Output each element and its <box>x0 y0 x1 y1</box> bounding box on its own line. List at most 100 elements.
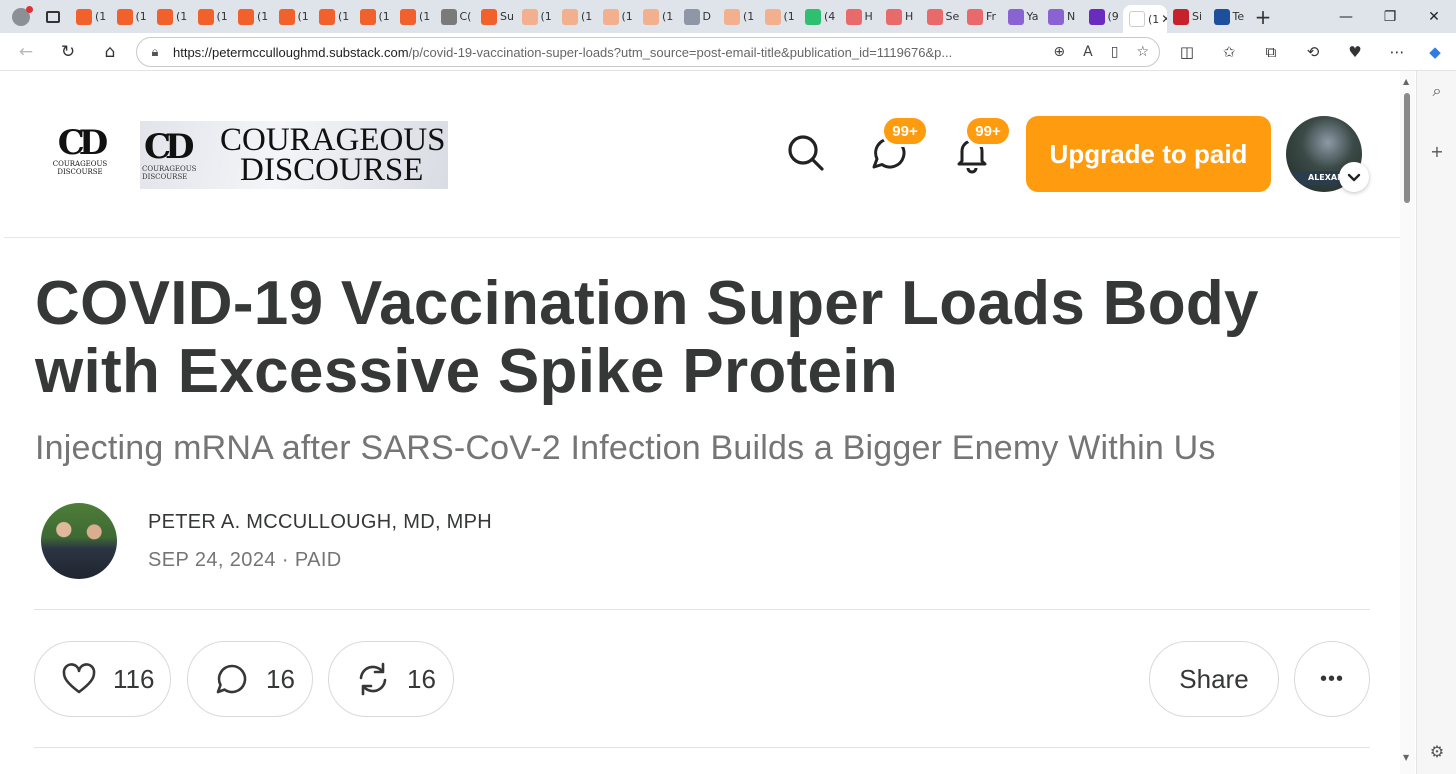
browser-tab-bar: (1 (1 (1 (1 (1 (1 (1 (1 (1 C(Su (1 (1 (1 (1 D (1 (1 (4 H H S… <box>0 0 1456 33</box>
browser-tab-16[interactable]: (1 <box>718 3 759 31</box>
restack-icon <box>359 662 387 696</box>
back-icon[interactable]: ← <box>6 36 46 68</box>
browser-tab-after-0[interactable]: Si <box>1167 3 1208 31</box>
comment-button[interactable]: 16 <box>187 641 313 717</box>
immersive-reader-icon[interactable]: ▯ <box>1111 44 1119 60</box>
search-icon[interactable] <box>784 131 828 175</box>
url-host: https://petermcculloughmd.substack.com <box>173 44 409 60</box>
close-window-button[interactable]: ✕ <box>1412 0 1456 33</box>
browser-tab-2[interactable]: (1 <box>151 3 192 31</box>
banner-caption: COURAGEOUS DISCOURSE <box>142 165 197 181</box>
sidebar-settings-icon[interactable]: ⚙ <box>1417 731 1456 771</box>
browser-tab-18[interactable]: (4 <box>799 3 840 31</box>
page-scrollbar[interactable]: ▲ ▼ <box>1400 71 1415 774</box>
tab-label: Su <box>500 10 514 23</box>
split-screen-icon[interactable]: ◫ <box>1172 37 1202 67</box>
minimize-button[interactable]: — <box>1324 0 1368 33</box>
favorite-icon[interactable]: ☆ <box>1136 44 1149 60</box>
collections-icon[interactable]: ⧉ <box>1256 37 1286 67</box>
new-tab-button[interactable]: + <box>1248 3 1278 31</box>
sidebar-search-icon[interactable]: ⌕ <box>1417 71 1456 111</box>
browser-tab-5[interactable]: (1 <box>273 3 314 31</box>
tab-favicon-icon <box>1088 8 1105 25</box>
tab-label: (1 <box>176 10 188 23</box>
extensions-icon[interactable]: ♥ <box>1340 37 1370 67</box>
profile-icon[interactable] <box>6 2 36 32</box>
author-name[interactable]: PETER A. MCCULLOUGH, MD, MPH <box>148 511 492 534</box>
browser-tab-4[interactable]: (1 <box>232 3 273 31</box>
browser-tab-0[interactable]: (1 <box>70 3 111 31</box>
browser-tab-15[interactable]: D <box>678 3 719 31</box>
url-bar[interactable]: 🔒︎ https://petermcculloughmd.substack.co… <box>136 37 1160 67</box>
tab-label: (9 <box>1107 10 1119 23</box>
tab-favicon-icon <box>481 8 497 25</box>
tab-actions-icon[interactable] <box>36 2 70 32</box>
home-icon[interactable]: ⌂ <box>90 36 130 68</box>
browser-tab-19[interactable]: H <box>840 3 881 31</box>
site-header: CD COURAGEOUS DISCOURSE CD COURAGEOUS DIS… <box>4 71 1400 238</box>
browser-tab-22[interactable]: Fr <box>961 3 1002 31</box>
browser-tab-25[interactable]: (9 <box>1083 3 1124 31</box>
page-content: CD COURAGEOUS DISCOURSE CD COURAGEOUS DIS… <box>4 71 1400 774</box>
read-aloud-icon[interactable]: A <box>1083 44 1093 60</box>
divider <box>34 747 1370 748</box>
tab-label: (1 <box>95 10 107 23</box>
browser-tab-1[interactable]: (1 <box>111 3 152 31</box>
chevron-down-icon[interactable] <box>1339 162 1369 192</box>
favorites-icon[interactable]: ✩ <box>1214 37 1244 67</box>
site-banner[interactable]: CD COURAGEOUS DISCOURSE COURAGEOUS DISCOU… <box>140 121 448 189</box>
browser-tab-14[interactable]: (1 <box>637 3 678 31</box>
tab-favicon-icon <box>359 8 376 25</box>
browser-tab-8[interactable]: (1 <box>394 3 435 31</box>
sidebar-add-icon[interactable]: + <box>1417 131 1456 171</box>
tab-favicon-icon <box>926 8 943 25</box>
address-toolbar: ← ↻ ⌂ 🔒︎ https://petermcculloughmd.subst… <box>0 33 1456 71</box>
tab-label: Ya <box>1026 10 1039 23</box>
tab-favicon-icon <box>805 8 821 25</box>
browser-tab-24[interactable]: N <box>1042 3 1083 31</box>
tab-favicon-icon <box>1007 8 1024 25</box>
post-subtitle: Injecting mRNA after SARS-CoV-2 Infectio… <box>35 429 1216 467</box>
browser-tab-9[interactable]: C( <box>435 3 476 31</box>
scroll-down-icon[interactable]: ▼ <box>1403 753 1409 762</box>
tab-favicon-icon <box>319 8 335 25</box>
author-avatar[interactable] <box>41 503 117 579</box>
tab-favicon-icon <box>1048 8 1064 25</box>
scroll-up-icon[interactable]: ▲ <box>1403 77 1409 86</box>
browser-tab-3[interactable]: (1 <box>192 3 233 31</box>
restore-button[interactable]: ❐ <box>1368 0 1412 33</box>
browser-tab-after-1[interactable]: Te <box>1208 3 1249 31</box>
more-options-button[interactable]: ••• <box>1294 641 1370 717</box>
refresh-icon[interactable]: ↻ <box>48 36 88 68</box>
tab-label: (1 <box>257 10 269 23</box>
post-title: COVID-19 Vaccination Super Loads Body wi… <box>35 269 1259 406</box>
url-text[interactable]: https://petermcculloughmd.substack.com/p… <box>173 45 993 60</box>
browser-tab-6[interactable]: (1 <box>313 3 354 31</box>
comment-count: 16 <box>266 663 295 694</box>
browser-tab-23[interactable]: Ya <box>1002 3 1043 31</box>
zoom-icon[interactable]: ⊕ <box>1053 44 1065 60</box>
scrollbar-thumb[interactable] <box>1404 93 1410 203</box>
browser-tab-17[interactable]: (1 <box>759 3 800 31</box>
browser-tab-20[interactable]: H <box>880 3 921 31</box>
tab-label: (1 <box>297 10 309 23</box>
history-icon[interactable]: ⟲ <box>1298 37 1328 67</box>
tab-label: (1 <box>1148 12 1160 26</box>
like-button[interactable]: 116 <box>34 641 171 717</box>
browser-tab-active[interactable]: (1 ✕ <box>1123 5 1167 33</box>
url-path: /p/covid-19-vaccination-super-loads?utm_… <box>408 44 953 60</box>
browser-tab-10[interactable]: Su <box>475 3 516 31</box>
copilot-icon[interactable]: ◆ <box>1420 37 1450 67</box>
upgrade-to-paid-button[interactable]: Upgrade to paid <box>1026 116 1271 192</box>
restack-button[interactable]: 16 <box>328 641 454 717</box>
browser-tab-21[interactable]: Se <box>921 3 962 31</box>
browser-tab-12[interactable]: (1 <box>556 3 597 31</box>
browser-tab-11[interactable]: (1 <box>516 3 557 31</box>
lock-icon[interactable]: 🔒︎ <box>137 45 173 60</box>
site-logo[interactable]: CD COURAGEOUS DISCOURSE <box>50 126 110 184</box>
more-icon[interactable]: ⋯ <box>1382 37 1412 67</box>
tab-favicon-icon <box>602 8 619 25</box>
browser-tab-13[interactable]: (1 <box>597 3 638 31</box>
browser-tab-7[interactable]: (1 <box>354 3 395 31</box>
share-button[interactable]: Share <box>1149 641 1279 717</box>
